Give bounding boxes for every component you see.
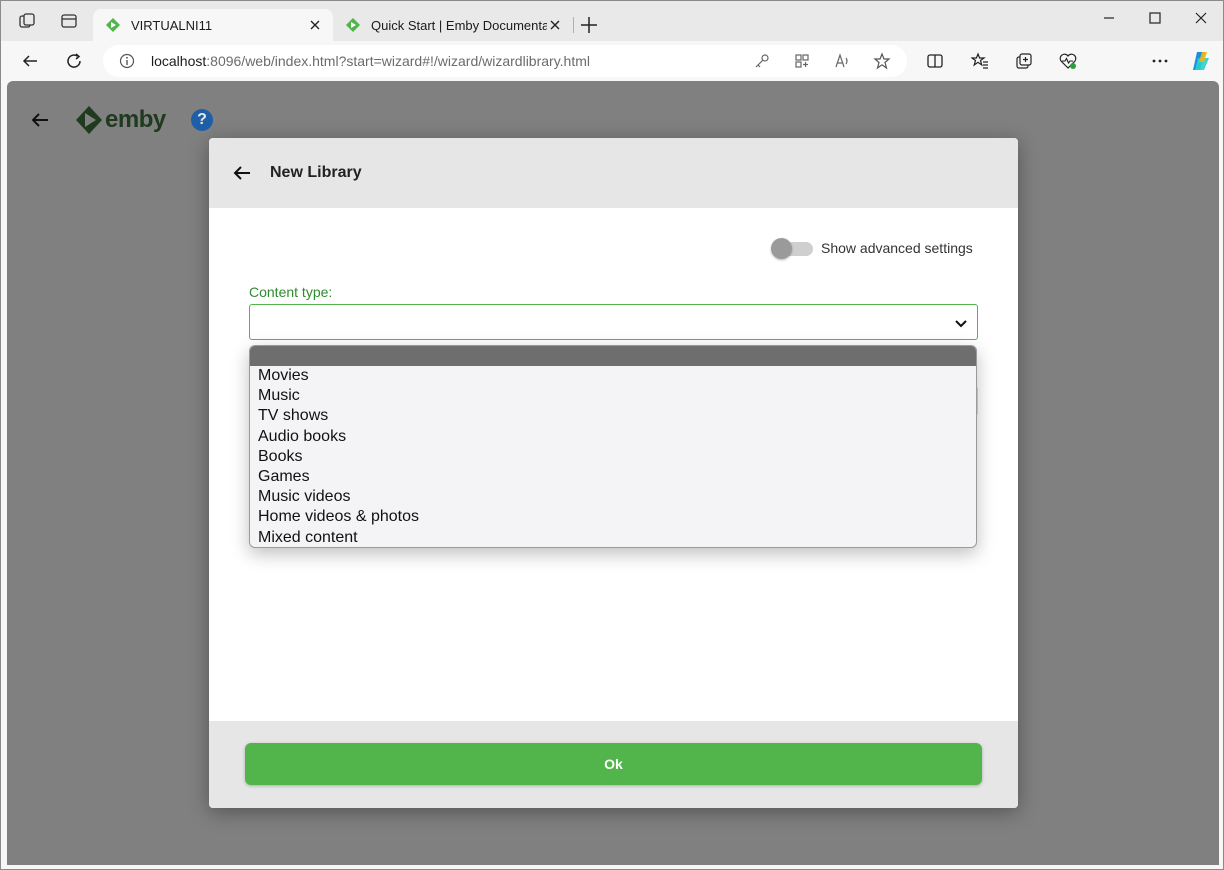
minimize-icon[interactable] — [1098, 7, 1120, 29]
dialog-title: New Library — [270, 164, 362, 181]
browser-toolbar: localhost:8096/web/index.html?start=wiza… — [1, 41, 1223, 113]
advanced-settings-toggle[interactable] — [771, 238, 815, 259]
dropdown-option-mixed-content[interactable]: Mixed content — [250, 528, 976, 548]
address-bar[interactable]: localhost:8096/web/index.html?start=wiza… — [103, 45, 907, 77]
emby-favicon-icon — [346, 18, 360, 32]
toggle-thumb — [771, 238, 792, 259]
logo-text: emby — [105, 106, 166, 133]
tab-strip: VIRTUALNI11 Quick Start | Emby Documenta… — [1, 1, 1223, 41]
refresh-icon[interactable] — [63, 50, 85, 72]
content-type-dropdown: Movies Music TV shows Audio books Books … — [249, 345, 977, 548]
app-available-icon[interactable] — [793, 52, 811, 70]
chevron-down-icon — [955, 320, 967, 328]
browser-back-icon[interactable] — [19, 50, 41, 72]
key-icon[interactable] — [753, 52, 771, 70]
tab-actions-icon[interactable] — [59, 11, 79, 31]
url-text[interactable]: localhost:8096/web/index.html?start=wiza… — [151, 53, 590, 69]
advanced-settings-label[interactable]: Show advanced settings — [821, 240, 973, 256]
dropdown-option-books[interactable]: Books — [250, 447, 976, 467]
copilot-icon[interactable] — [1190, 50, 1212, 72]
tab-quick-start[interactable]: Quick Start | Emby Documentatio — [333, 9, 573, 41]
help-button[interactable]: ? — [191, 109, 213, 131]
favorites-icon[interactable] — [969, 50, 991, 72]
dialog-back-icon[interactable] — [231, 162, 253, 184]
dialog-header: New Library — [209, 138, 1018, 208]
dropdown-option-music-videos[interactable]: Music videos — [250, 487, 976, 507]
close-tab-icon[interactable] — [547, 17, 563, 33]
more-options-icon[interactable] — [1149, 50, 1171, 72]
ok-button[interactable]: Ok — [245, 743, 982, 785]
favorite-star-icon[interactable] — [873, 52, 891, 70]
content-type-select[interactable] — [249, 304, 978, 340]
new-tab-icon[interactable] — [579, 15, 599, 35]
close-tab-icon[interactable] — [307, 17, 323, 33]
url-host: localhost — [151, 53, 207, 69]
app-back-icon[interactable] — [29, 109, 51, 131]
dropdown-option-tv-shows[interactable]: TV shows — [250, 406, 976, 426]
dialog-footer: Ok — [209, 721, 1018, 808]
workspaces-icon[interactable] — [17, 11, 37, 31]
content-type-label: Content type: — [249, 284, 333, 300]
dropdown-option-empty[interactable] — [250, 346, 976, 366]
dropdown-option-audio-books[interactable]: Audio books — [250, 427, 976, 447]
tab-title: VIRTUALNI11 — [131, 17, 213, 33]
dropdown-option-movies[interactable]: Movies — [250, 366, 976, 386]
maximize-icon[interactable] — [1144, 7, 1166, 29]
close-window-icon[interactable] — [1190, 7, 1212, 29]
read-aloud-icon[interactable] — [833, 52, 851, 70]
tab-separator — [573, 17, 574, 33]
site-info-icon[interactable] — [119, 53, 135, 69]
dropdown-option-home-videos[interactable]: Home videos & photos — [250, 507, 976, 527]
dropdown-option-games[interactable]: Games — [250, 467, 976, 487]
collections-icon[interactable] — [1013, 50, 1035, 72]
dropdown-option-music[interactable]: Music — [250, 386, 976, 406]
split-screen-icon[interactable] — [924, 50, 946, 72]
tab-virtualni11[interactable]: VIRTUALNI11 — [93, 9, 333, 41]
url-path: :8096/web/index.html?start=wizard#!/wiza… — [206, 53, 590, 69]
emby-favicon-icon — [106, 18, 120, 32]
browser-window: VIRTUALNI11 Quick Start | Emby Documenta… — [0, 0, 1224, 870]
browser-essentials-icon[interactable] — [1057, 50, 1079, 72]
emby-logo-icon — [76, 106, 102, 134]
tab-title: Quick Start | Emby Documentatio — [371, 17, 547, 33]
emby-logo[interactable]: emby — [75, 105, 166, 135]
